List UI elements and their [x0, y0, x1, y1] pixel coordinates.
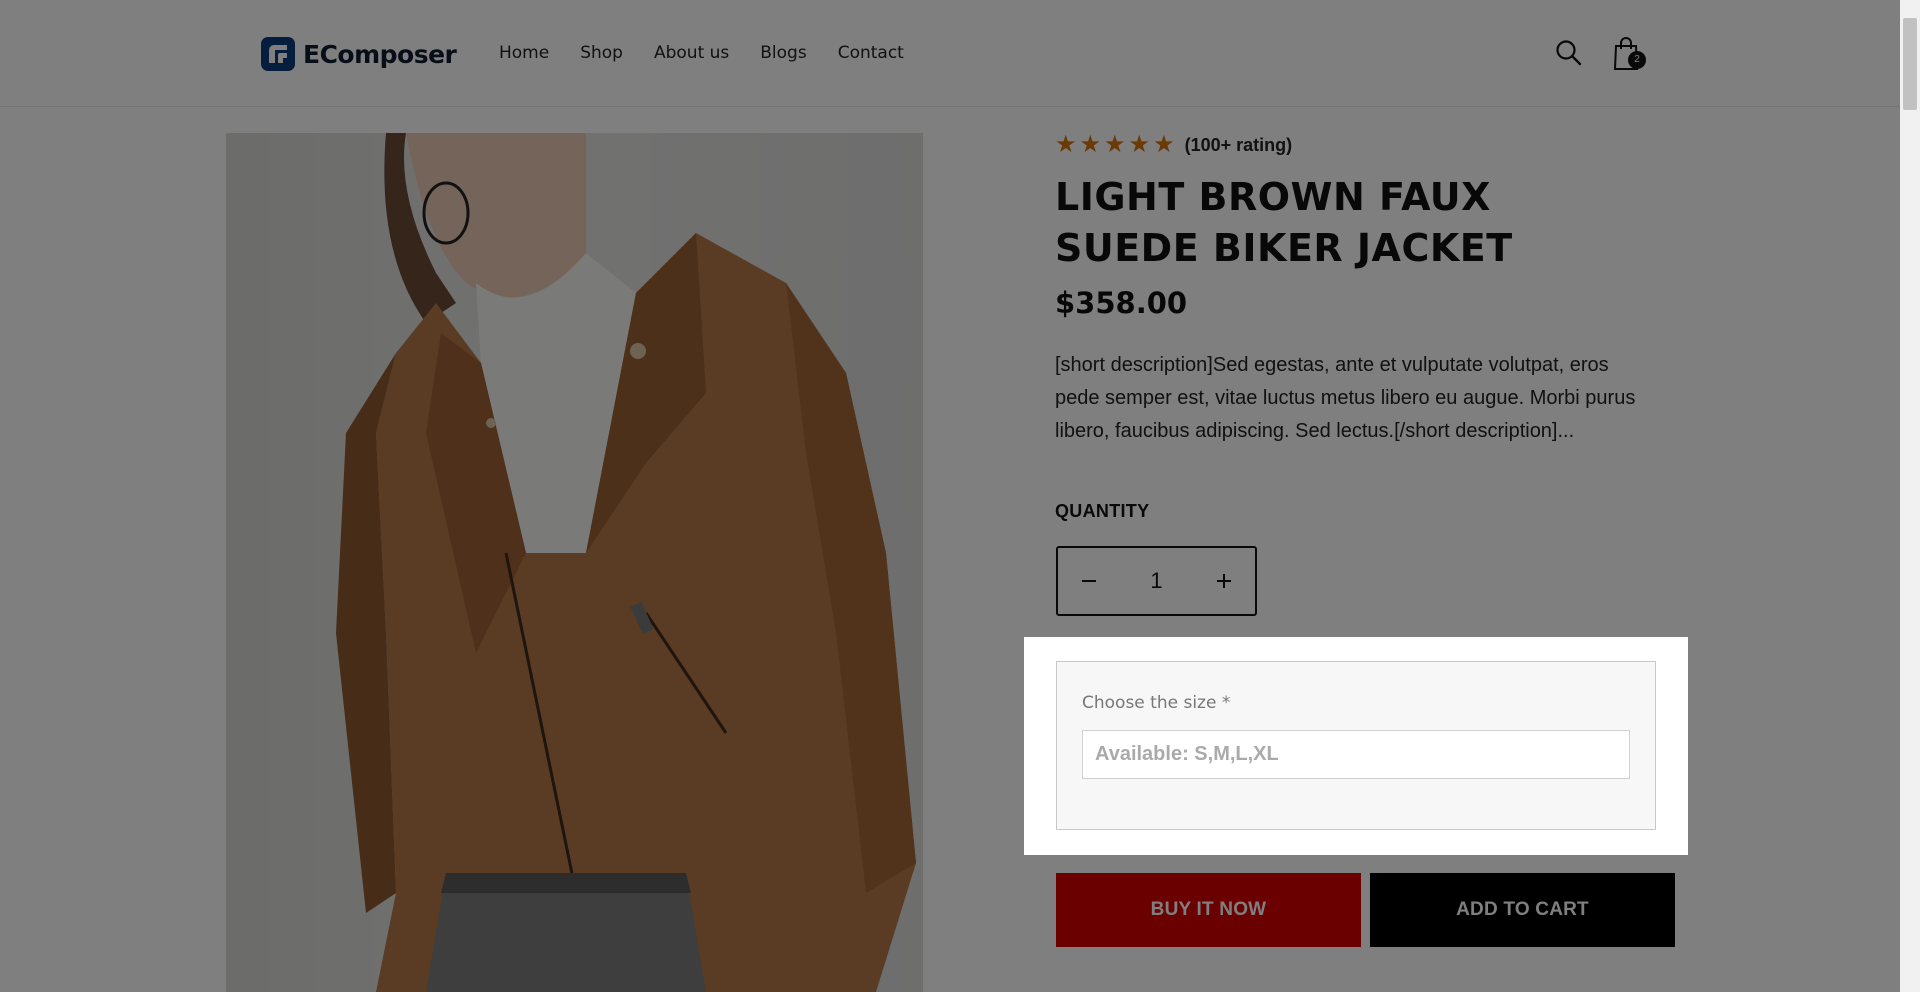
- dim-overlay: [1688, 637, 1900, 855]
- page-scrollbar[interactable]: [1900, 0, 1920, 992]
- dim-overlay: [0, 0, 1900, 637]
- size-field-label: Choose the size *: [1082, 693, 1231, 713]
- dim-overlay: [0, 637, 1024, 855]
- dim-overlay: [0, 855, 1900, 992]
- size-form: Choose the size *: [1056, 661, 1656, 830]
- size-input[interactable]: [1082, 730, 1630, 779]
- scrollbar-thumb[interactable]: [1903, 18, 1917, 110]
